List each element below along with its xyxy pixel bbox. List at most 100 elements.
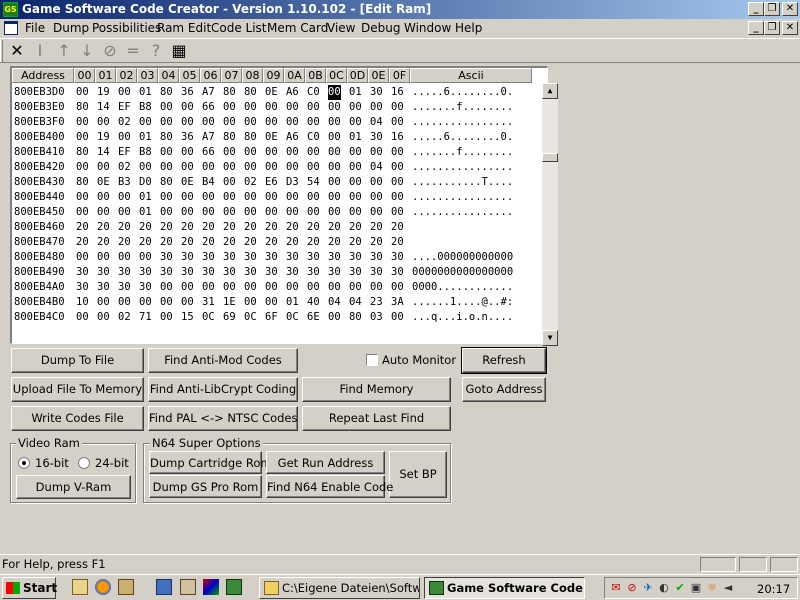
hex-byte[interactable]: 04 [349, 295, 362, 310]
hex-byte[interactable]: 00 [97, 250, 110, 265]
hex-byte[interactable]: 30 [286, 265, 299, 280]
hex-byte[interactable]: 19 [97, 130, 110, 145]
hex-byte[interactable]: A7 [202, 130, 215, 145]
hex-row-ascii[interactable]: ...........T.... [412, 175, 513, 190]
hex-byte[interactable]: 71 [139, 310, 152, 325]
hex-row[interactable]: 800EB410 80 14 EF B8 00 00 66 00 00 00 00 00 00 00 00 00… [12, 145, 532, 160]
hex-column-header[interactable]: 09 [263, 68, 284, 83]
hex-byte[interactable]: 0C [286, 310, 299, 325]
hex-byte[interactable]: 20 [97, 235, 110, 250]
tray-device-icon[interactable]: ◐ [657, 581, 671, 595]
hex-column-header[interactable]: 02 [116, 68, 137, 83]
upload-file-button[interactable]: Upload File To Memory [11, 377, 144, 402]
hex-byte[interactable]: 20 [265, 235, 278, 250]
ascii-header[interactable]: Ascii [410, 68, 532, 83]
hex-byte[interactable]: 30 [76, 265, 89, 280]
hex-column-header[interactable]: 04 [158, 68, 179, 83]
hex-byte[interactable]: D0 [139, 175, 152, 190]
hex-column-header[interactable]: 08 [242, 68, 263, 83]
hex-byte[interactable]: 00 [265, 115, 278, 130]
hex-byte[interactable]: 31 [202, 295, 215, 310]
hex-row-ascii[interactable]: ................ [412, 160, 513, 175]
menu-ram-edit[interactable]: Ram Edit [157, 21, 211, 35]
hex-byte[interactable]: 30 [307, 250, 320, 265]
tray-volume-icon[interactable]: ◄ [721, 581, 735, 595]
scroll-thumb[interactable] [542, 153, 558, 162]
hex-byte[interactable]: 00 [118, 85, 131, 100]
calculator-icon[interactable]: ▦ [169, 41, 189, 61]
hex-byte[interactable]: 00 [223, 280, 236, 295]
hex-byte[interactable]: 00 [97, 310, 110, 325]
hex-byte[interactable]: 16 [391, 130, 404, 145]
minimize-button[interactable]: _ [748, 2, 764, 16]
hex-byte[interactable]: EF [118, 100, 131, 115]
hex-byte[interactable]: 00 [328, 130, 341, 145]
hex-byte[interactable]: 20 [265, 220, 278, 235]
hex-byte[interactable]: 00 [223, 145, 236, 160]
hex-byte[interactable]: 20 [223, 220, 236, 235]
hex-row[interactable]: 800EB460 20 20 20 20 20 20 20 20 20 20 20 20 20 20 20 20 [12, 220, 532, 235]
hex-byte[interactable]: 30 [139, 265, 152, 280]
hex-byte[interactable]: 00 [139, 115, 152, 130]
hex-byte[interactable]: 00 [244, 295, 257, 310]
hex-byte[interactable]: 00 [97, 115, 110, 130]
hex-byte[interactable]: 01 [139, 190, 152, 205]
hex-byte[interactable]: 00 [370, 190, 383, 205]
hex-row-ascii[interactable]: ................ [412, 190, 513, 205]
menu-code-list[interactable]: Code List [211, 21, 267, 35]
hex-byte[interactable]: 00 [76, 205, 89, 220]
hex-byte[interactable]: 1E [223, 295, 236, 310]
hex-byte[interactable]: 36 [181, 85, 194, 100]
hex-byte[interactable]: 00 [181, 205, 194, 220]
hex-byte[interactable]: 0E [181, 175, 194, 190]
scroll-down-icon[interactable]: ▼ [542, 330, 558, 346]
hex-byte[interactable]: 00 [118, 205, 131, 220]
hex-byte[interactable]: 30 [118, 280, 131, 295]
dump-gs-pro-rom-button[interactable]: Dump GS Pro Rom [149, 475, 262, 498]
hex-row[interactable]: 800EB400 00 19 00 01 80 36 A7 80 80 0E A6 C0 00 01 30 16… [12, 130, 532, 145]
hex-byte[interactable]: 30 [202, 250, 215, 265]
arrow-up-icon[interactable]: ↑ [54, 41, 74, 61]
hex-byte[interactable]: 00 [307, 205, 320, 220]
hex-byte[interactable]: 30 [181, 265, 194, 280]
hex-byte[interactable]: 30 [391, 250, 404, 265]
hex-byte[interactable]: 80 [160, 85, 173, 100]
hex-byte[interactable]: A6 [286, 85, 299, 100]
hex-byte[interactable]: 02 [118, 160, 131, 175]
child-close-button[interactable]: ✕ [782, 21, 798, 35]
hex-byte[interactable]: 30 [160, 250, 173, 265]
hex-byte[interactable]: 01 [139, 130, 152, 145]
hex-byte[interactable]: EF [118, 145, 131, 160]
hex-byte[interactable]: 30 [244, 265, 257, 280]
hex-byte[interactable]: C0 [307, 130, 320, 145]
hex-column-header[interactable]: 0F [389, 68, 410, 83]
hex-row[interactable]: 800EB470 20 20 20 20 20 20 20 20 20 20 20 20 20 20 20 20 [12, 235, 532, 250]
hex-byte[interactable]: 00 [349, 190, 362, 205]
hex-byte[interactable]: 0E [265, 130, 278, 145]
hex-row-ascii[interactable]: 0000000000000000 [412, 265, 513, 280]
hex-row-ascii[interactable]: 0000............ [412, 280, 513, 295]
hex-byte[interactable]: 00 [265, 205, 278, 220]
hex-byte[interactable]: 00 [328, 145, 341, 160]
hex-column-header[interactable]: 05 [179, 68, 200, 83]
hex-byte[interactable]: 00 [160, 160, 173, 175]
arrow-down-icon[interactable]: ↓ [77, 41, 97, 61]
hex-byte[interactable]: 20 [391, 220, 404, 235]
hex-byte[interactable]: 20 [202, 220, 215, 235]
hex-byte[interactable]: 00 [181, 160, 194, 175]
hex-byte[interactable]: 00 [328, 175, 341, 190]
hex-byte[interactable]: 30 [286, 250, 299, 265]
hex-byte[interactable]: 00 [328, 280, 341, 295]
hex-byte[interactable]: 30 [202, 265, 215, 280]
hex-byte[interactable]: B8 [139, 100, 152, 115]
hex-byte[interactable]: 04 [328, 295, 341, 310]
hex-column-header[interactable]: 0B [305, 68, 326, 83]
hex-byte[interactable]: 00 [160, 145, 173, 160]
auto-monitor-checkbox[interactable] [366, 354, 378, 366]
set-bp-button[interactable]: Set BP [389, 451, 447, 498]
hex-byte[interactable]: 01 [139, 205, 152, 220]
hex-byte[interactable]: 00 [328, 115, 341, 130]
tray-sun-icon[interactable]: ☼ [705, 581, 719, 595]
hex-byte[interactable]: 00 [139, 295, 152, 310]
hex-byte[interactable]: 30 [328, 265, 341, 280]
